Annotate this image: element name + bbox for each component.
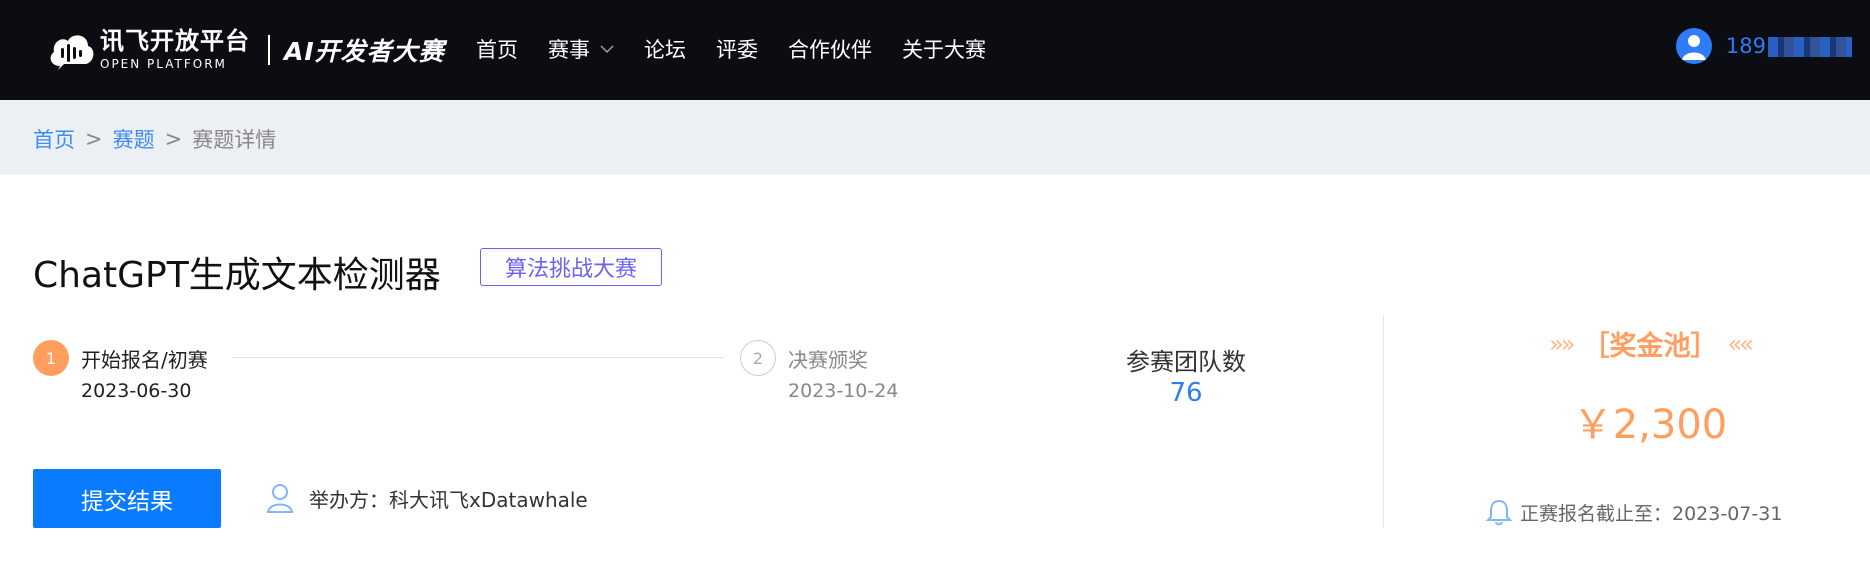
step-2-date: 2023-10-24 [788,380,899,402]
step-2-label: 决赛颁奖 [788,348,868,372]
top-nav-bar: 讯飞开放平台 OPEN PLATFORM AI开发者大赛 首页 赛事 论坛 评委… [0,0,1870,100]
step-1-date: 2023-06-30 [81,380,192,402]
prize-pool-label: ［奖金池］ [1582,331,1718,362]
user-name[interactable]: 189 [1726,34,1852,58]
step-1-indicator: 1 [33,340,69,376]
prize-amount: ￥2,300 [1572,402,1728,448]
nav-item-label: 首页 [476,38,518,62]
breadcrumb-bar: 首页 > 赛题 > 赛题详情 [0,100,1870,175]
user-name-text: 189 [1725,34,1766,58]
nav-item-events[interactable]: 赛事 [548,32,614,66]
nav-item-label: 论坛 [644,38,686,62]
registration-deadline: 正赛报名截止至：2023-07-31 [1486,498,1782,526]
category-tag: 算法挑战大赛 [480,248,662,286]
step-connector [232,357,724,358]
person-icon [266,484,294,513]
logo-sub-text: OPEN PLATFORM [100,57,227,71]
page-title: ChatGPT生成文本检测器 [33,255,441,296]
breadcrumb: 首页 > 赛题 > 赛题详情 [33,124,276,154]
nav-item-forum[interactable]: 论坛 [644,32,686,66]
breadcrumb-home-link[interactable]: 首页 [33,124,75,154]
cloud-logo-icon [50,35,94,70]
logo-main-text: 讯飞开放平台 [100,27,250,55]
deadline-text: 正赛报名截止至：2023-07-31 [1520,502,1783,525]
avatar[interactable] [1675,28,1712,64]
nav-item-label: 赛事 [548,38,590,62]
bell-icon [1486,499,1512,526]
main-nav: 首页 赛事 论坛 评委 合作伙伴 关于大赛 [476,32,1016,66]
user-icon [1681,35,1706,60]
nav-item-label: 关于大赛 [902,38,986,62]
nav-item-label: 合作伙伴 [788,38,872,62]
breadcrumb-separator: > [164,127,183,151]
teams-count-label: 参赛团队数 [1126,348,1246,376]
nav-item-partners[interactable]: 合作伙伴 [788,32,872,66]
redacted-blur [1768,37,1852,57]
organizer: 举办方：科大讯飞xDatawhale [265,482,588,514]
site-logo[interactable]: 讯飞开放平台 OPEN PLATFORM AI开发者大赛 [46,24,445,76]
prize-pool-heading: »» ［奖金池］ «« [1530,324,1770,363]
chevron-down-icon [600,45,614,54]
organizer-text: 举办方：科大讯飞xDatawhale [309,487,588,512]
nav-item-home[interactable]: 首页 [476,32,518,66]
breadcrumb-separator: > [85,127,103,151]
logo-text: 讯飞开放平台 OPEN PLATFORM [100,28,250,72]
logo-ai-text: AI开发者大赛 [284,37,445,66]
prize-arrows-right: «« [1727,329,1754,358]
nav-item-judges[interactable]: 评委 [716,32,758,66]
breadcrumb-current: 赛题详情 [192,128,277,152]
teams-count-value: 76 [1169,378,1203,408]
section-divider [1383,315,1384,528]
step-2-indicator: 2 [740,340,776,376]
submit-results-button[interactable]: 提交结果 [33,469,221,528]
nav-item-about[interactable]: 关于大赛 [902,32,986,66]
breadcrumb-problems-link[interactable]: 赛题 [113,124,155,154]
prize-arrows-left: »» [1549,329,1575,358]
step-1-label: 开始报名/初赛 [81,348,208,372]
user-menu[interactable]: 189 [1675,28,1852,64]
nav-item-label: 评委 [716,38,758,62]
logo-divider [268,35,270,65]
